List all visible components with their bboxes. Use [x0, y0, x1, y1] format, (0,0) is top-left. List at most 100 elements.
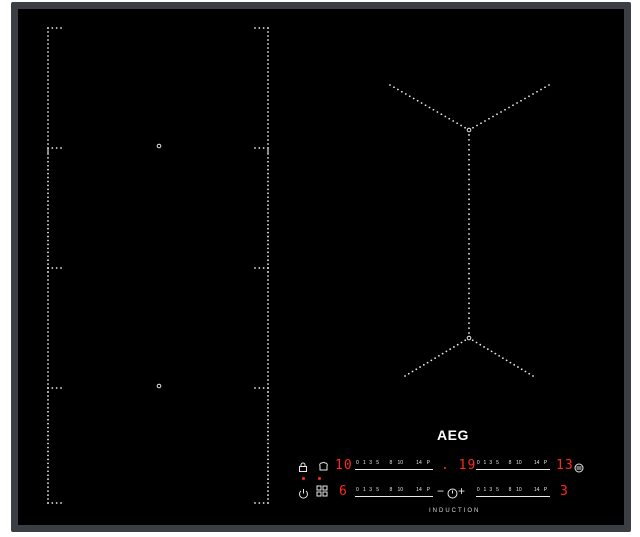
- zone-dot: [60, 387, 62, 389]
- zone-dot: [47, 243, 49, 246]
- zone-dot: [468, 223, 470, 225]
- zone-dot: [47, 204, 49, 206]
- zone-dot: [436, 111, 439, 113]
- zone-dot: [47, 188, 49, 191]
- zone-dot: [424, 104, 427, 107]
- zone-dot: [47, 83, 49, 85]
- zone-dot: [267, 462, 269, 465]
- zone-dot: [468, 252, 470, 255]
- zone-dot: [505, 359, 508, 362]
- timer-minus-button[interactable]: −: [437, 484, 444, 498]
- zone-dot: [464, 339, 467, 342]
- zone-dot: [60, 27, 62, 29]
- zone-dot: [460, 124, 462, 127]
- zone-dot: [267, 196, 269, 199]
- zone-dot: [460, 341, 463, 344]
- cooking-zone-markings: [47, 27, 550, 504]
- power-level-display-front-left: 10: [335, 458, 353, 473]
- zone-dot: [267, 151, 269, 153]
- zone-dot: [267, 422, 269, 425]
- lock-icon[interactable]: [298, 459, 308, 472]
- zone-dot: [267, 216, 269, 218]
- slider-track[interactable]: [355, 469, 433, 470]
- zone-dot: [267, 95, 269, 97]
- zone-dot: [47, 442, 49, 445]
- zone-dot: [47, 55, 49, 57]
- zone-dot: [254, 267, 256, 269]
- zone-dot: [47, 127, 49, 129]
- zone-dot: [267, 486, 269, 489]
- zone-dot: [47, 414, 49, 417]
- zone-dot: [267, 168, 269, 171]
- zone-dot: [267, 383, 269, 385]
- zone-dot: [468, 262, 470, 265]
- zone-dot: [267, 414, 269, 417]
- zone-dot: [267, 55, 269, 57]
- zone-dot: [267, 103, 269, 105]
- zone-dot: [267, 75, 269, 77]
- zone-dot: [47, 231, 49, 234]
- zone-dot: [267, 279, 269, 281]
- zone-dot: [47, 75, 49, 77]
- power-level-display-rear-right: 3: [560, 484, 569, 499]
- zone-dot: [468, 287, 470, 290]
- zone-dot: [517, 366, 519, 368]
- power-slider-front-left[interactable]: 0 1 3 5 8 10 14 P: [355, 460, 433, 474]
- slider-tick-label: 10: [516, 487, 522, 493]
- zone-dot: [468, 203, 470, 206]
- zone-dot: [267, 127, 269, 129]
- timer-display: . 19: [441, 458, 477, 473]
- zone-dot: [47, 490, 49, 493]
- zone-dot: [47, 219, 49, 222]
- zone-dot: [267, 311, 269, 313]
- zone-dot: [412, 97, 415, 100]
- slider-track[interactable]: [476, 469, 550, 470]
- zone-dot: [60, 502, 62, 504]
- zone-dot: [267, 204, 269, 206]
- zone-dot: [47, 153, 49, 155]
- chef-hat-icon[interactable]: [318, 459, 329, 471]
- zone-dot: [516, 102, 518, 104]
- zone-dot: [47, 466, 49, 469]
- timer-plus-button[interactable]: +: [458, 484, 465, 498]
- power-level-display-front-right: 13: [556, 458, 574, 473]
- zone-dot: [428, 106, 431, 109]
- zone-dot: [47, 255, 49, 258]
- zone-dot: [267, 387, 269, 389]
- zone-dot: [520, 99, 522, 102]
- slider-tick-label: 14: [416, 487, 422, 493]
- zone-dot: [267, 251, 269, 254]
- zone-dot: [262, 502, 265, 504]
- slider-tick-label: 1: [362, 460, 366, 466]
- slider-track[interactable]: [476, 496, 550, 497]
- zone-dot: [449, 348, 452, 351]
- induction-label: INDUCTION: [429, 508, 481, 514]
- zone-dot: [267, 410, 269, 413]
- ventilation-icon[interactable]: [574, 460, 584, 473]
- power-slider-rear-right[interactable]: 0 1 3 5 8 10 14 P: [476, 487, 550, 501]
- timer-icon[interactable]: [447, 486, 458, 499]
- zone-dot: [267, 327, 269, 329]
- slider-tick-label: 5: [376, 487, 379, 493]
- bridge-icon[interactable]: [316, 485, 329, 498]
- zone-dot: [51, 267, 54, 269]
- power-icon[interactable]: [298, 486, 309, 499]
- zone-dot: [47, 391, 49, 393]
- slider-tick-label: 8: [389, 460, 393, 466]
- zone-dot: [524, 97, 526, 100]
- power-slider-front-right[interactable]: 0 1 3 5 8 10 14 P: [476, 460, 550, 474]
- zone-dot: [267, 343, 269, 345]
- zone-dot: [47, 223, 49, 226]
- zone-dot: [524, 370, 527, 373]
- zone-dot: [47, 502, 49, 504]
- zone-dot: [51, 387, 54, 389]
- slider-track[interactable]: [355, 496, 433, 497]
- zone-dot: [47, 482, 49, 485]
- power-slider-rear-left[interactable]: 0 1 3 5 8 10 14 P: [355, 487, 433, 501]
- slider-tick-label: 3: [489, 487, 493, 493]
- zone-dot: [267, 51, 269, 53]
- zone-dot: [47, 71, 49, 73]
- zone-dot: [267, 287, 269, 289]
- zone-dot: [267, 200, 269, 203]
- zone-dot: [267, 83, 269, 85]
